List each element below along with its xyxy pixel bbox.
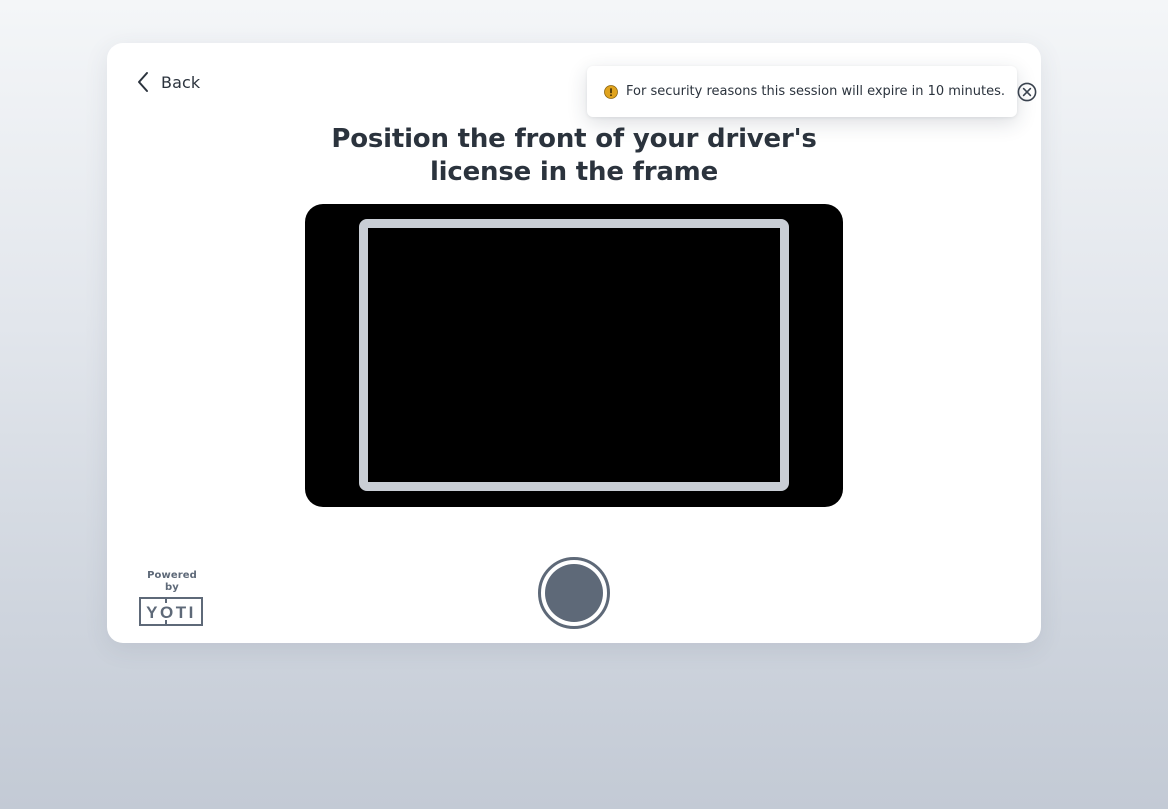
yoti-logo-text: YOTI	[146, 603, 196, 622]
page-title: Position the front of your driver's lice…	[331, 124, 817, 187]
powered-by-label: Powered by	[147, 570, 197, 593]
document-frame	[359, 219, 789, 491]
shutter-icon	[538, 557, 610, 629]
back-button[interactable]: Back	[137, 69, 200, 95]
capture-button[interactable]	[538, 557, 610, 629]
warning-icon	[604, 84, 618, 99]
chevron-left-icon	[138, 72, 148, 92]
powered-by-logo: Powered by YOTI	[139, 570, 205, 626]
notification-message: For security reasons this session will e…	[626, 84, 1006, 99]
session-expiry-notification: For security reasons this session will e…	[587, 66, 1037, 117]
camera-preview	[305, 204, 843, 507]
close-circle-icon[interactable]	[1017, 82, 1037, 102]
verification-card: Back For security reasons this session w…	[107, 43, 1041, 643]
back-label: Back	[161, 72, 201, 92]
yoti-logo-icon: YOTI	[139, 597, 203, 626]
